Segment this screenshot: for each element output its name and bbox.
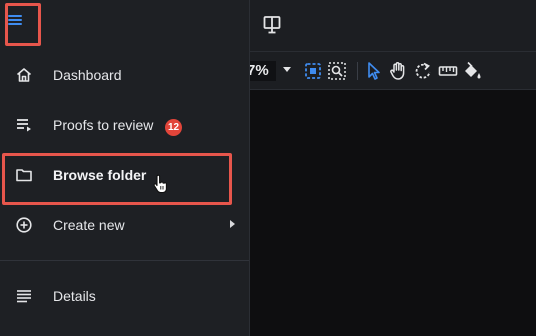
hand-pointer-cursor-icon [153,174,167,194]
hamburger-menu-icon[interactable] [8,15,22,25]
browse-folder-highlight [2,153,232,205]
notification-badge: 12 [165,119,182,136]
menu-item-details[interactable]: Details [0,273,250,319]
submenu-chevron-icon [230,220,235,228]
menu-divider [0,260,249,261]
menu-item-dashboard[interactable]: Dashboard [0,52,250,98]
paint-bucket-icon[interactable] [462,61,482,81]
zoom-dropdown-icon[interactable] [283,67,291,72]
zoom-select-icon[interactable] [327,61,347,81]
hand-pan-icon[interactable] [388,61,408,81]
menu-item-proofs-to-review[interactable]: Proofs to review 12 [0,102,250,148]
toolbar-separator [357,62,358,80]
fit-page-icon[interactable] [303,61,323,81]
menu-item-create-new[interactable]: Create new [0,202,250,248]
home-icon [16,68,32,82]
monitor-icon[interactable] [263,15,281,35]
menu-item-label: Dashboard [53,67,122,83]
menu-item-label: Proofs to review [53,117,154,133]
ruler-icon[interactable] [438,61,458,81]
menu-item-label: Create new [53,217,125,233]
viewer-toolbar: 7% [246,52,536,90]
add-circle-icon [16,217,32,233]
viewer-topbar [250,0,536,52]
zoom-level[interactable]: 7% [246,61,276,81]
side-menu: Dashboard Proofs to review 12 Browse fol… [0,0,250,336]
details-icon [17,290,31,303]
document-canvas[interactable] [250,90,536,336]
rotate-icon[interactable] [413,61,433,81]
menu-item-label: Details [53,288,96,304]
select-arrow-icon[interactable] [364,61,384,81]
viewer-area: 7% [246,0,536,336]
playlist-icon [17,119,31,132]
